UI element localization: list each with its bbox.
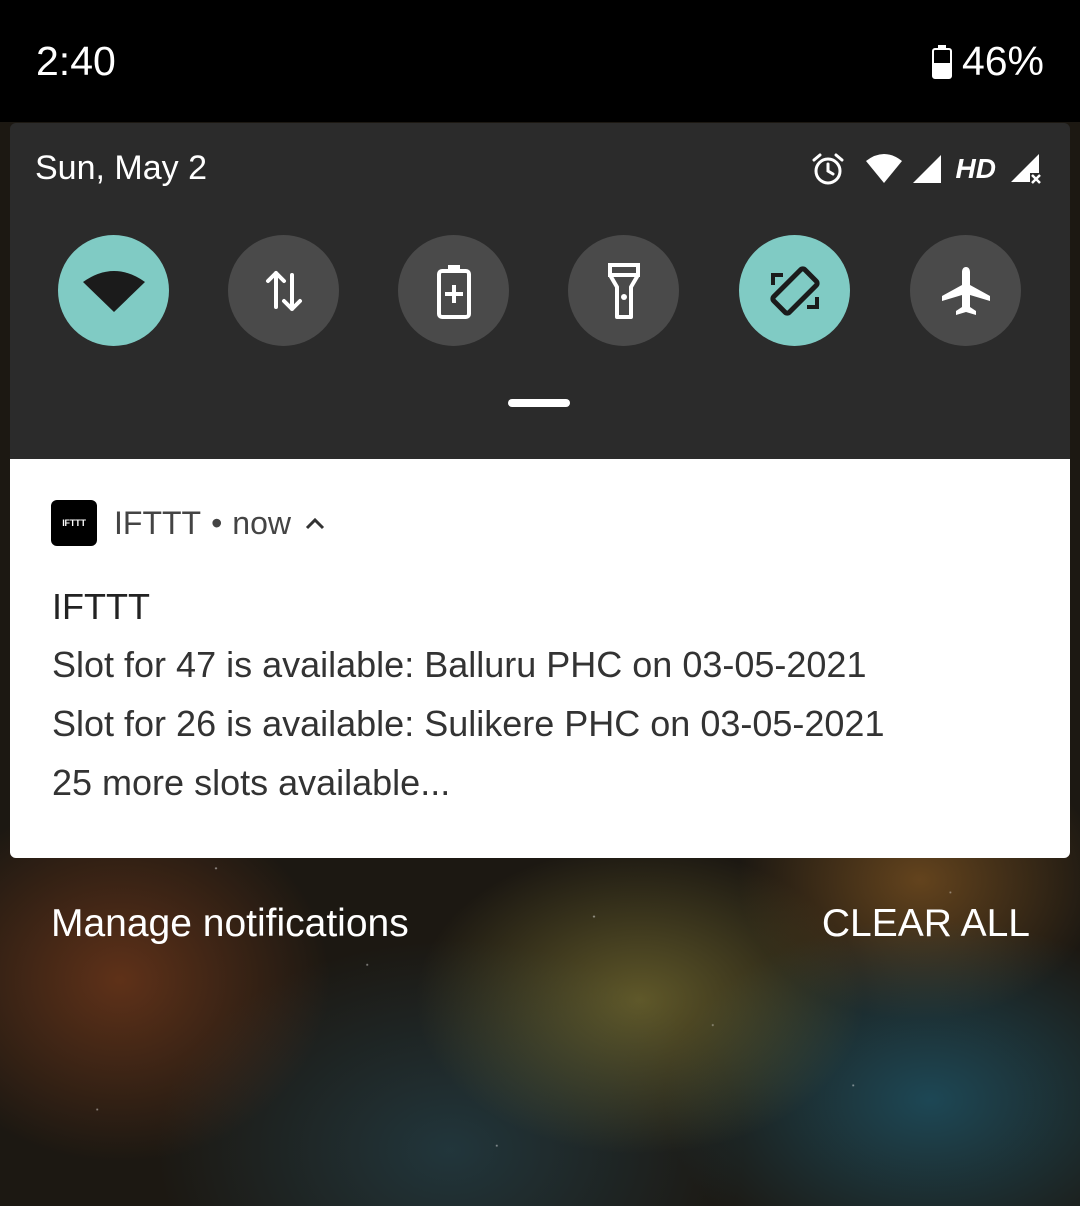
quick-settings-panel: Sun, May 2 HD [10, 123, 1070, 460]
notification-line: 25 more slots available... [52, 762, 451, 803]
tile-battery-saver[interactable] [398, 235, 509, 346]
battery-icon [931, 44, 952, 79]
notification-app-name: IFTTT [114, 504, 202, 541]
status-right: 46% [931, 38, 1044, 85]
wifi-signal-icon [865, 154, 902, 183]
battery-saver-icon [436, 264, 471, 319]
notification-time: now [232, 504, 291, 541]
drag-handle[interactable] [508, 399, 570, 407]
battery-percent: 46% [961, 38, 1044, 84]
manage-notifications-button[interactable]: Manage notifications [51, 902, 409, 946]
tile-wifi[interactable] [58, 235, 169, 346]
hd-label: HD [955, 153, 996, 184]
quick-settings-tiles [58, 235, 1022, 347]
qs-date: Sun, May 2 [35, 149, 207, 187]
airplane-mode-icon [941, 266, 990, 315]
alarm-icon [812, 153, 844, 185]
notification-line: Slot for 26 is available: Sulikere PHC o… [52, 703, 885, 744]
tile-auto-rotate[interactable] [739, 235, 850, 346]
cell-signal-icon [912, 155, 941, 183]
ifttt-app-icon: IFTTT [51, 500, 97, 546]
status-time: 2:40 [36, 38, 116, 84]
flashlight-icon [607, 262, 640, 319]
notification-title: IFTTT [52, 586, 150, 627]
wifi-icon [82, 270, 145, 312]
notification-header[interactable]: IFTTT IFTTT • now [51, 500, 325, 546]
status-bar: 2:40 46% [0, 0, 1080, 122]
tile-airplane-mode[interactable] [910, 235, 1021, 346]
notification-line: Slot for 47 is available: Balluru PHC on… [52, 644, 867, 685]
notification-card[interactable]: IFTTT IFTTT • now IFTTT Slot for 47 is a… [10, 459, 1070, 858]
cell-signal-no-service-icon [1011, 154, 1041, 184]
clear-all-button[interactable]: CLEAR ALL [822, 902, 1030, 946]
notification-separator: • [211, 504, 223, 541]
auto-rotate-icon [769, 265, 820, 316]
system-icons: HD [810, 151, 1042, 187]
chevron-up-icon[interactable] [305, 516, 325, 530]
mobile-data-icon [265, 270, 302, 311]
tile-mobile-data[interactable] [228, 235, 339, 346]
tile-flashlight[interactable] [568, 235, 679, 346]
